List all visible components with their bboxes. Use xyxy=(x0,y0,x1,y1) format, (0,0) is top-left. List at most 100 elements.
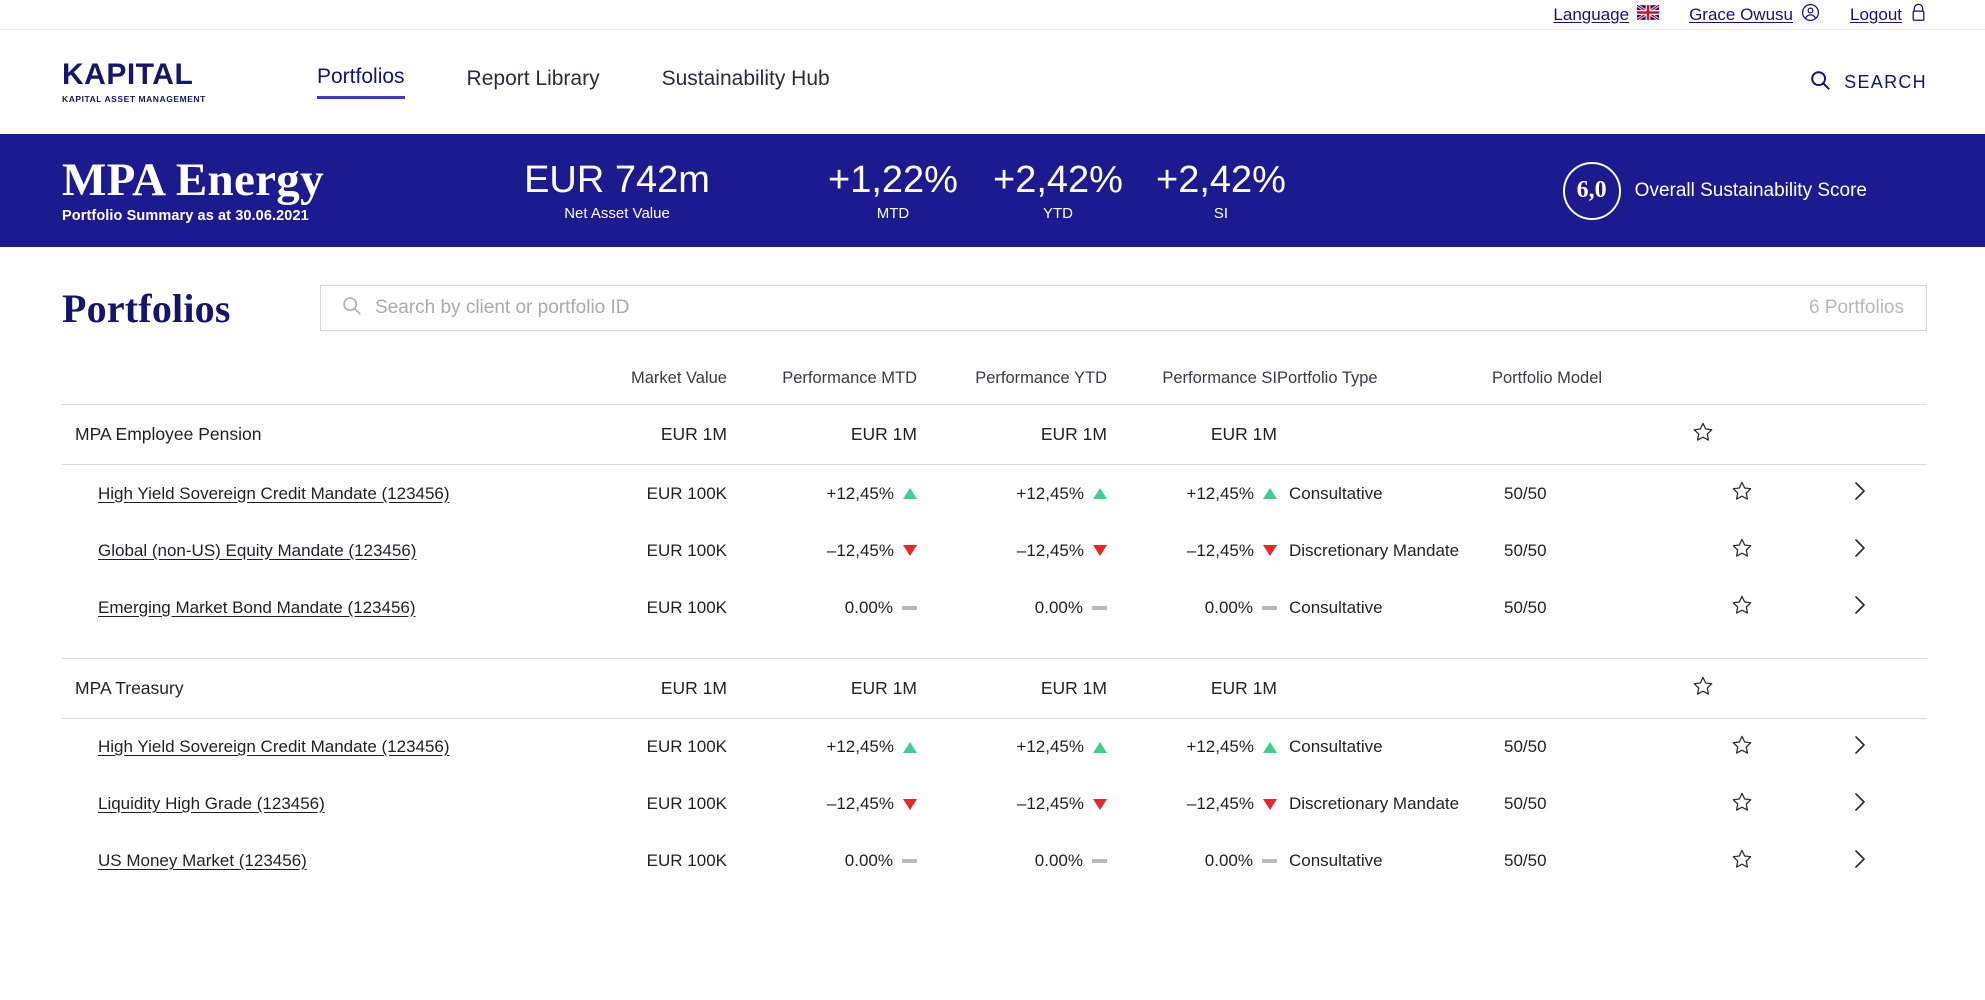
trend-up-icon xyxy=(903,741,917,753)
portfolio-name-link[interactable]: US Money Market (123456) xyxy=(98,851,307,870)
table-row[interactable]: High Yield Sovereign Credit Mandate (123… xyxy=(62,465,1927,523)
portfolio-favourite-button[interactable] xyxy=(1692,522,1792,579)
portfolio-details-button[interactable] xyxy=(1792,522,1927,579)
chevron-right-icon[interactable] xyxy=(1852,847,1868,876)
portfolio-performance-ytd-value: –12,45% xyxy=(1016,540,1084,560)
banner-title-block: MPA Energy Portfolio Summary as at 30.06… xyxy=(62,156,467,225)
portfolio-favourite-button[interactable] xyxy=(1692,465,1792,523)
nav-item-sustainability-hub[interactable]: Sustainability Hub xyxy=(662,67,830,98)
metric-nav-label: Net Asset Value xyxy=(564,205,670,223)
table-row[interactable]: US Money Market (123456) EUR 100K 0.00% 0.0… xyxy=(62,833,1927,890)
nav-item-portfolios[interactable]: Portfolios xyxy=(317,65,405,99)
portfolio-performance-mtd: +12,45% xyxy=(727,465,917,523)
portfolio-search-box[interactable]: 6 Portfolios xyxy=(320,285,1927,331)
sustainability-score-label: Overall Sustainability Score xyxy=(1634,179,1867,201)
portfolio-group-row[interactable]: MPA Treasury EUR 1M EUR 1M EUR 1M EUR 1M xyxy=(62,658,1927,718)
column-header-favourite xyxy=(1692,369,1792,405)
portfolio-performance-mtd-value: –12,45% xyxy=(826,794,894,813)
primary-navigation: Portfolios Report Library Sustainability… xyxy=(317,65,1809,99)
column-header-performance-si: Performance SI xyxy=(1162,369,1277,387)
portfolio-performance-mtd: –12,45% xyxy=(727,522,917,579)
star-outline-icon[interactable] xyxy=(1731,734,1753,761)
group-performance-si: EUR 1M xyxy=(1210,424,1277,444)
uk-flag-icon xyxy=(1636,3,1660,25)
brand-logo[interactable]: KAPITAL KAPITAL ASSET MANAGEMENT xyxy=(62,60,262,105)
group-portfolio-type xyxy=(1277,405,1492,465)
language-selector[interactable]: Language xyxy=(1553,3,1660,25)
trend-down-icon xyxy=(903,545,917,556)
portfolio-favourite-button[interactable] xyxy=(1692,776,1792,833)
portfolio-favourite-button[interactable] xyxy=(1692,833,1792,890)
nav-item-report-library[interactable]: Report Library xyxy=(467,67,600,98)
table-row[interactable]: Emerging Market Bond Mandate (123456) EUR… xyxy=(62,579,1927,636)
portfolio-count-label: 6 Portfolios xyxy=(1808,297,1904,318)
trend-down-icon xyxy=(1263,545,1277,556)
table-row[interactable]: Liquidity High Grade (123456) EUR 100K –12… xyxy=(62,776,1927,833)
column-header-market-value: Market Value xyxy=(631,369,727,387)
metric-ytd: +2,42% YTD xyxy=(984,159,1132,223)
chevron-right-icon[interactable] xyxy=(1852,733,1868,762)
portfolio-market-value: EUR 100K xyxy=(646,737,727,756)
portfolio-name-link[interactable]: High Yield Sovereign Credit Mandate (123… xyxy=(98,484,450,503)
portfolio-performance-si-value: –12,45% xyxy=(1186,540,1254,560)
trend-flat-icon xyxy=(1262,605,1277,610)
portfolio-search-input[interactable] xyxy=(375,297,1809,319)
chevron-right-icon[interactable] xyxy=(1852,790,1868,819)
star-outline-icon[interactable] xyxy=(1731,791,1753,818)
group-portfolio-model xyxy=(1492,658,1692,718)
group-favourite-button[interactable] xyxy=(1692,658,1792,718)
search-icon xyxy=(341,295,362,321)
trend-down-icon xyxy=(903,798,917,810)
portfolio-name-cell: Global (non-US) Equity Mandate (123456) xyxy=(62,522,562,579)
star-outline-icon[interactable] xyxy=(1692,675,1714,702)
user-circle-icon xyxy=(1801,3,1820,27)
portfolio-performance-mtd-value: 0.00% xyxy=(844,851,893,870)
portfolio-details-button[interactable] xyxy=(1792,579,1927,636)
portfolio-details-button[interactable] xyxy=(1792,465,1927,523)
logout-link[interactable]: Logout xyxy=(1850,3,1927,27)
column-header-details xyxy=(1792,369,1927,405)
trend-flat-icon xyxy=(1092,605,1107,610)
portfolio-type: Consultative xyxy=(1289,483,1383,503)
star-outline-icon[interactable] xyxy=(1731,480,1753,507)
portfolio-performance-ytd-value: +12,45% xyxy=(1016,483,1084,503)
header-search-button[interactable]: SEARCH xyxy=(1809,69,1927,96)
group-performance-si: EUR 1M xyxy=(1210,677,1277,698)
star-outline-icon[interactable] xyxy=(1731,537,1753,564)
portfolio-details-button[interactable] xyxy=(1792,776,1927,833)
table-row[interactable]: High Yield Sovereign Credit Mandate (123… xyxy=(62,718,1927,776)
portfolio-performance-si: +12,45% xyxy=(1107,465,1277,523)
portfolio-favourite-button[interactable] xyxy=(1692,718,1792,776)
portfolio-model: 50/50 xyxy=(1504,851,1547,870)
chevron-right-icon[interactable] xyxy=(1852,479,1868,508)
star-outline-icon[interactable] xyxy=(1731,848,1753,875)
portfolio-name-link[interactable]: High Yield Sovereign Credit Mandate (123… xyxy=(98,737,450,756)
portfolio-market-value: EUR 100K xyxy=(646,851,727,870)
section-title: Portfolios xyxy=(62,285,231,331)
metric-net-asset-value: EUR 742m Net Asset Value xyxy=(467,159,767,223)
star-outline-icon[interactable] xyxy=(1731,594,1753,621)
portfolio-performance-si: +12,45% xyxy=(1107,718,1277,776)
column-header-name xyxy=(62,369,562,405)
portfolio-name-link[interactable]: Liquidity High Grade (123456) xyxy=(98,794,325,813)
language-label: Language xyxy=(1553,4,1630,24)
chevron-right-icon[interactable] xyxy=(1852,536,1868,565)
portfolio-details-button[interactable] xyxy=(1792,833,1927,890)
portfolio-group-row[interactable]: MPA Employee Pension EUR 1M EUR 1M EUR 1M EU… xyxy=(62,404,1927,465)
group-favourite-button[interactable] xyxy=(1692,405,1792,465)
user-account-link[interactable]: Grace Owusu xyxy=(1689,3,1820,27)
portfolio-details-button[interactable] xyxy=(1792,718,1927,776)
portfolio-performance-ytd-value: 0.00% xyxy=(1034,597,1083,617)
trend-up-icon xyxy=(1263,488,1277,499)
chevron-right-icon[interactable] xyxy=(1852,593,1868,622)
trend-down-icon xyxy=(1093,545,1107,556)
group-portfolio-type xyxy=(1277,658,1492,718)
portfolio-name-link[interactable]: Global (non-US) Equity Mandate (123456) xyxy=(98,541,416,560)
portfolio-favourite-button[interactable] xyxy=(1692,579,1792,636)
group-performance-ytd: EUR 1M xyxy=(1040,677,1107,698)
column-header-portfolio-type: Portfolio Type xyxy=(1277,369,1378,387)
table-row[interactable]: Global (non-US) Equity Mandate (123456) E… xyxy=(62,522,1927,579)
portfolio-name-link[interactable]: Emerging Market Bond Mandate (123456) xyxy=(98,598,416,617)
column-header-performance-ytd: Performance YTD xyxy=(975,369,1107,387)
star-outline-icon[interactable] xyxy=(1692,421,1714,448)
